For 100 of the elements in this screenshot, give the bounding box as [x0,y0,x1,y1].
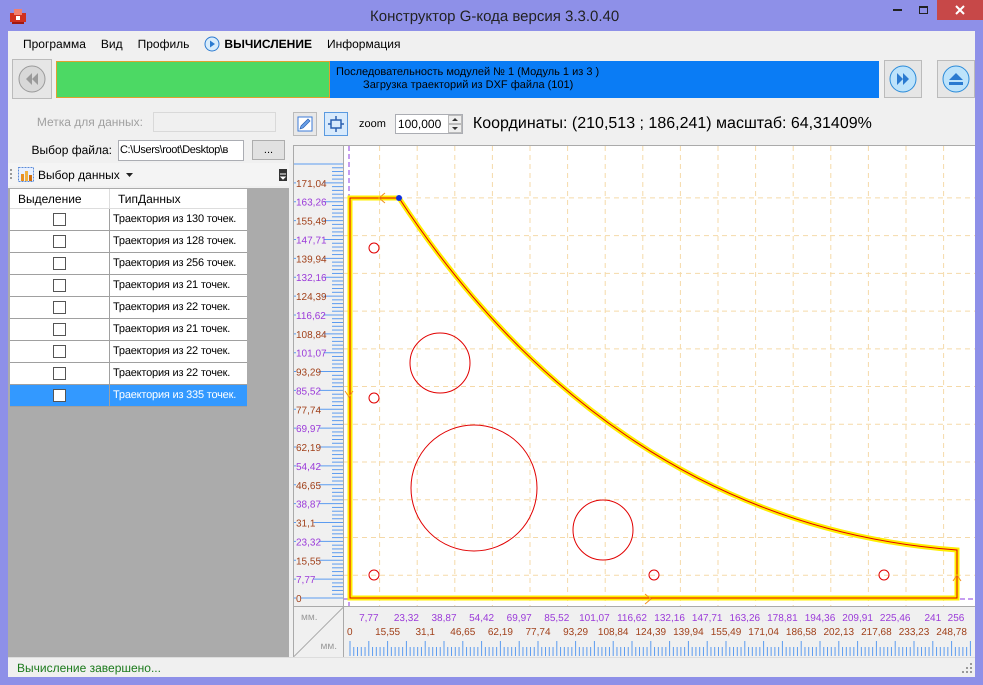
ruler-label: 124,39 [296,292,327,304]
table-cell-text: Траектория из 22 точек. [112,300,232,316]
zoom-spinbox[interactable]: 100,000 [394,114,463,134]
checkbox[interactable] [53,257,66,270]
edit-button[interactable] [293,112,317,136]
table-row[interactable]: Траектория из 22 точек. [10,341,247,363]
zoom-label: zoom [359,116,386,132]
start-point [396,195,402,201]
table-cell-text: Траектория из 21 точек. [112,322,232,338]
ruler-label: 85,52 [296,386,322,398]
spin-arrows-icon [448,115,462,133]
grip-icon [10,168,13,181]
close-icon [955,5,965,15]
ruler-label: 23,32 [296,537,322,548]
ruler-label: 155,49 [296,216,327,228]
ruler-label: 69,97 [296,424,322,436]
ruler-label: 225,46 [880,613,910,624]
file-path-field[interactable]: C:\Users\root\Desktop\в [118,140,244,160]
table-row[interactable]: Траектория из 22 точек. [10,363,247,385]
menu-item[interactable]: Программа [17,33,92,55]
ruler-label: 186,58 [786,627,816,638]
ruler-label: 163,26 [296,198,327,209]
menu-item[interactable]: Вид [94,33,129,55]
ruler-label: 77,74 [525,627,551,638]
ruler-label: 108,84 [598,627,628,638]
checkbox[interactable] [53,367,66,380]
menu-item[interactable]: Информация [320,33,406,55]
ruler-label: 155,49 [710,627,742,638]
hole-circle [368,392,380,404]
checkbox[interactable] [53,213,66,226]
table-row[interactable]: Траектория из 22 точек. [10,297,247,319]
ruler-label: 7,77 [296,575,316,586]
hole-circle [572,500,634,560]
checkbox[interactable] [53,323,66,336]
menu-item[interactable]: ВЫЧИСЛЕНИЕ [198,33,318,55]
hole-circle [648,570,660,580]
table-cell-text: Траектория из 21 точек. [112,278,232,294]
hole-circle [368,570,380,580]
ruler-label: 147,71 [692,613,722,624]
ruler-label: 209,91 [842,613,873,624]
browse-button[interactable]: ... [252,140,285,160]
ruler-label: 116,62 [296,310,326,322]
table-row[interactable]: Траектория из 128 точек. [10,231,247,253]
table-row[interactable]: Траектория из 21 точек. [10,319,247,341]
fit-view-button[interactable] [324,112,348,136]
ruler-label: 38,87 [296,500,322,511]
ruler-label: 233,23 [898,627,930,638]
checkbox[interactable] [53,301,66,314]
ruler-label: 15,55 [375,627,400,638]
ruler-label: 85,52 [544,613,570,624]
ruler-label: 23,32 [394,613,419,624]
eject-button[interactable] [937,60,976,98]
field-label: Выбор файла: [30,142,113,159]
table-row[interactable]: Траектория из 130 точек. [10,209,247,231]
pencil-icon [297,116,313,132]
table-cell-text: Траектория из 256 точек. [112,256,238,272]
checkbox[interactable] [53,345,66,358]
ruler-label: 93,29 [563,627,588,638]
forward-button[interactable] [884,60,922,98]
ruler-label: 54,42 [469,613,494,624]
checkbox[interactable] [53,389,66,402]
ruler-label: 194,36 [804,613,836,624]
ruler-label: 248,78 [936,627,967,638]
eject-icon [941,64,972,94]
table-row[interactable]: Траектория из 21 точек. [10,275,247,297]
ruler-label: 171,04 [296,178,327,190]
ruler-label: 132,16 [296,273,327,284]
fast-forward-icon [888,64,918,94]
caret-icon [126,172,133,176]
ruler-label: 241 [924,613,942,624]
unit-label: мм. [320,640,337,654]
chart-select-icon [18,167,34,182]
table-cell-text: Траектория из 22 точек. [112,366,232,382]
column-header[interactable]: Выделение [10,189,110,208]
hole-circle [410,332,470,394]
ruler-label: 77,74 [296,405,322,416]
table-cell-text: Траектория из 130 точек. [112,212,238,228]
ruler-label: 62,19 [488,627,513,638]
checkbox[interactable] [53,235,66,248]
close-button[interactable] [937,0,983,20]
ruler-label: 69,97 [506,613,532,624]
hole-circle [368,242,380,254]
checkbox[interactable] [53,279,66,292]
menu-item[interactable]: Профиль [132,33,196,55]
ruler-label: 171,04 [748,627,779,638]
ruler-label: 108,84 [296,330,327,341]
play-icon [204,36,220,52]
hole-circle [878,570,890,580]
column-header[interactable]: ТипДанных [110,189,247,208]
table-cell-text: Траектория из 22 точек. [112,344,232,360]
ruler-label: 0 [296,594,302,605]
progress-text: Последовательность модулей № 1 (Модуль 1 из 3 ) [336,66,600,79]
unit-label: мм. [301,611,318,625]
table-cell-text: Траектория из 128 точек. [112,234,238,250]
ruler-label: 0 [347,627,353,638]
ruler-label: 217,68 [861,627,892,638]
table-row[interactable]: Траектория из 256 точек. [10,253,247,275]
ruler-label: 62,19 [296,443,322,454]
ruler-label: 139,94 [296,254,327,266]
progress-text: Загрузка траекторий из DXF файла (101) [362,79,574,92]
